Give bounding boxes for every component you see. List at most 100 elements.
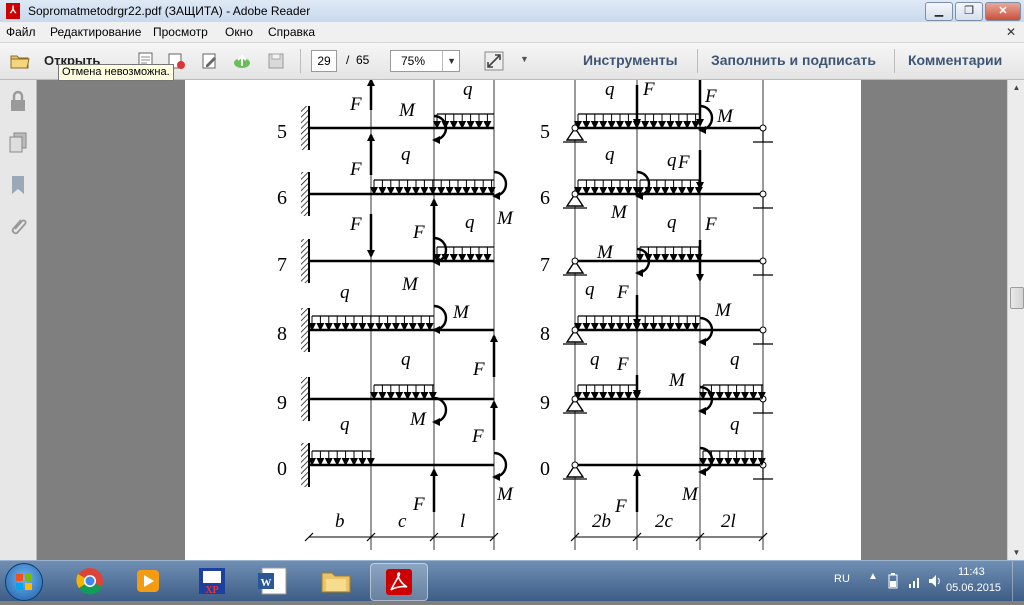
navigation-panel: [0, 80, 37, 560]
comments-pane-button[interactable]: Комментарии: [908, 52, 1002, 68]
menu-edit[interactable]: Редактирование: [50, 25, 141, 39]
zoom-value: 75%: [401, 54, 426, 68]
maximize-button[interactable]: ❐: [955, 2, 983, 21]
title-bar: ⅄ Sopromatmetodrgr22.pdf (ЗАЩИТА) - Adob…: [0, 0, 1024, 23]
scroll-down-icon[interactable]: ▼: [1008, 545, 1024, 560]
page-separator: /: [346, 53, 350, 67]
menu-view[interactable]: Просмотр: [153, 25, 208, 39]
save-icon[interactable]: [266, 51, 286, 71]
fill-sign-pane-button[interactable]: Заполнить и подписать: [711, 52, 876, 68]
minimize-button[interactable]: ▁: [925, 2, 953, 21]
moment-arc: [635, 170, 651, 200]
menu-help[interactable]: Справка: [268, 25, 315, 39]
taskbar-xp-app[interactable]: XP: [184, 563, 240, 599]
taskbar-chrome[interactable]: [62, 563, 118, 599]
moment-label: M: [681, 484, 699, 505]
upload-cloud-icon[interactable]: [232, 51, 252, 71]
moment-label: M: [610, 202, 628, 223]
adobe-reader-icon: ⅄: [6, 3, 20, 19]
dimension-label: 2b: [592, 511, 611, 532]
menu-file[interactable]: Файл: [6, 25, 36, 39]
wall-support: [301, 443, 309, 487]
load-label: q: [667, 150, 677, 171]
attachment-icon[interactable]: [8, 216, 28, 238]
clock-date[interactable]: 05.06.2015: [946, 582, 1001, 594]
load-label: q: [465, 212, 475, 233]
force-label: F: [471, 426, 484, 447]
document-view[interactable]: 567890FqMFqMFFqMqMFqMFqMFbcl567890qFFMqM…: [37, 80, 1007, 560]
chevron-down-icon[interactable]: ▼: [442, 51, 456, 71]
vertical-scrollbar[interactable]: ▲ ▼: [1007, 80, 1024, 560]
language-indicator[interactable]: RU: [834, 573, 850, 585]
windows-logo-icon: [16, 574, 32, 590]
moment-label: M: [398, 100, 416, 121]
right-row-number: 7: [540, 254, 550, 276]
page-number-input[interactable]: 29: [311, 50, 337, 72]
moment-label: M: [714, 300, 732, 321]
show-desktop-button[interactable]: [1012, 561, 1024, 601]
fullscreen-icon[interactable]: [484, 51, 504, 71]
close-button[interactable]: ✕: [985, 2, 1021, 21]
toolbar-separator: [300, 49, 301, 73]
lock-icon[interactable]: [8, 90, 28, 112]
taskbar: XP W RU ▲ 11:43 05.06.2015: [0, 560, 1024, 601]
tray-chevron-icon[interactable]: ▲: [868, 571, 878, 582]
toolbar-menu-chevron-icon[interactable]: ▼: [520, 54, 529, 64]
force-label: F: [349, 159, 362, 180]
pin-support-hinge: [571, 257, 579, 265]
force-label: F: [472, 359, 485, 380]
moment-label: M: [409, 409, 427, 430]
dimension-label: 2c: [655, 511, 674, 532]
moment-arc: [432, 304, 448, 334]
pdf-page: 567890FqMFqMFFqMqMFqMFqMFbcl567890qFFMqM…: [185, 80, 861, 560]
sign-icon[interactable]: [200, 51, 220, 71]
pages-icon[interactable]: [8, 132, 28, 154]
taskbar-word[interactable]: W: [246, 563, 302, 599]
load-label: q: [340, 282, 350, 303]
volume-icon[interactable]: [928, 573, 942, 589]
force-label: F: [349, 94, 362, 115]
clock-time[interactable]: 11:43: [958, 566, 985, 578]
dimension-label: b: [335, 511, 345, 532]
left-row-number: 5: [277, 121, 287, 143]
network-icon[interactable]: [908, 573, 922, 589]
load-label: q: [590, 349, 600, 370]
left-row-number: 9: [277, 392, 287, 414]
tools-pane-button[interactable]: Инструменты: [583, 52, 678, 68]
scroll-up-icon[interactable]: ▲: [1008, 80, 1024, 95]
load-label: q: [730, 349, 740, 370]
menu-window[interactable]: Окно: [225, 25, 253, 39]
open-folder-icon[interactable]: [10, 51, 30, 71]
battery-icon[interactable]: [888, 573, 898, 589]
bookmark-icon[interactable]: [8, 174, 28, 196]
moment-label: M: [496, 484, 514, 505]
load-label: q: [401, 349, 411, 370]
moment-arc: [698, 104, 714, 134]
wall-support: [301, 377, 309, 421]
load-label: q: [605, 80, 615, 100]
moment-label: M: [452, 302, 470, 323]
moment-label: M: [668, 370, 686, 391]
xp-icon: XP: [199, 568, 225, 596]
taskbar-adobe-reader[interactable]: [370, 563, 428, 601]
zoom-select[interactable]: 75% ▼: [390, 50, 460, 72]
force-label: F: [349, 214, 362, 235]
taskbar-media-player[interactable]: [120, 563, 176, 599]
force-label: F: [704, 86, 717, 107]
load-label: q: [585, 279, 595, 300]
load-label: q: [730, 414, 740, 435]
force-label: F: [704, 214, 717, 235]
close-document-icon[interactable]: ✕: [1006, 25, 1016, 39]
wall-support: [301, 308, 309, 352]
scrollbar-thumb[interactable]: [1010, 287, 1024, 309]
wall-support: [301, 172, 309, 216]
pin-support-hinge: [571, 124, 579, 132]
load-label: q: [401, 144, 411, 165]
right-row-number: 8: [540, 323, 550, 345]
force-label: F: [412, 494, 425, 515]
moment-label: M: [496, 208, 514, 229]
moment-arc: [432, 396, 448, 426]
dimension-label: 2l: [721, 511, 736, 532]
start-button[interactable]: [5, 563, 43, 601]
taskbar-explorer[interactable]: [308, 563, 364, 599]
